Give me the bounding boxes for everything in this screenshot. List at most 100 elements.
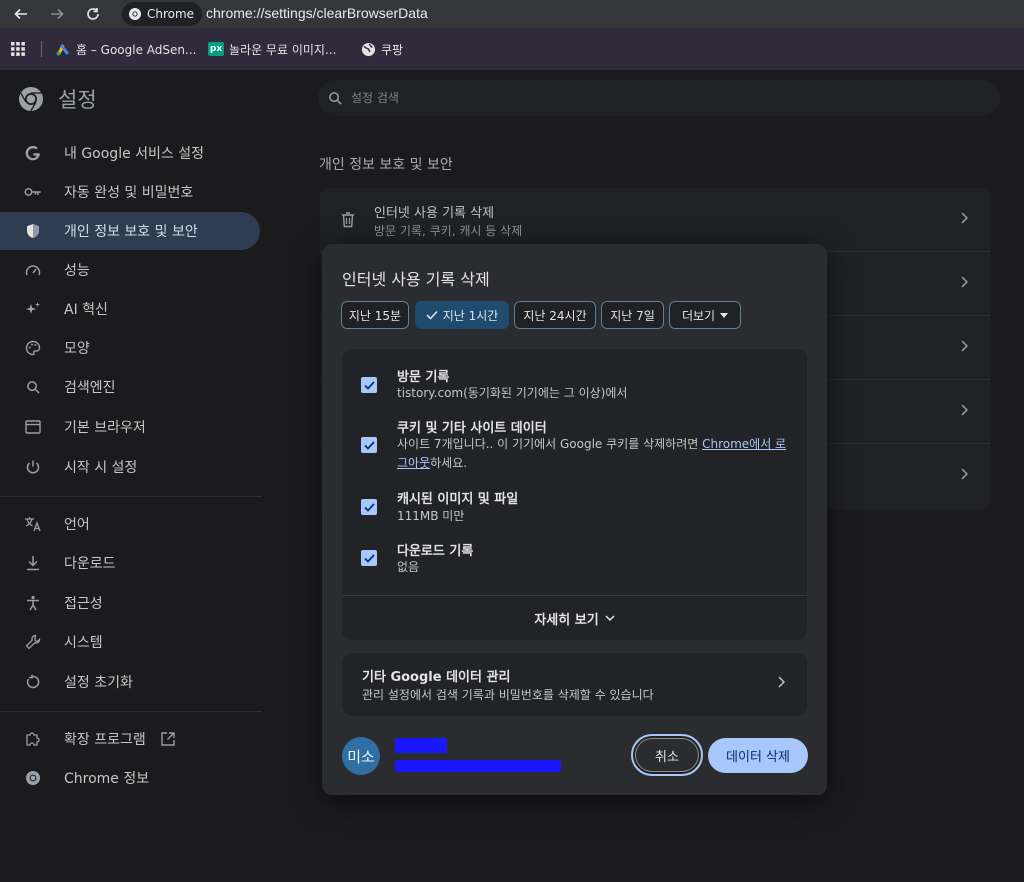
show-more-button[interactable]: 자세히 보기 xyxy=(342,596,807,640)
time-range-more-dropdown[interactable]: 더보기 xyxy=(669,301,741,329)
sidebar-item-system[interactable]: 시스템 xyxy=(0,623,260,661)
chrome-icon xyxy=(24,769,42,787)
check-icon xyxy=(363,502,375,512)
adsense-icon xyxy=(56,44,69,56)
settings-search[interactable] xyxy=(318,80,1000,116)
search-input[interactable] xyxy=(351,91,951,105)
browser-window-icon xyxy=(24,418,42,436)
sidebar-item-label: 언어 xyxy=(64,517,90,533)
sidebar-item-on-startup[interactable]: 시작 시 설정 xyxy=(0,448,260,486)
apps-button[interactable] xyxy=(10,39,26,59)
bookmark-label: 홈 – Google AdSen... xyxy=(76,42,197,57)
arrow-left-icon xyxy=(14,8,27,20)
cookies-checkbox[interactable] xyxy=(361,437,377,453)
forward-button[interactable] xyxy=(46,3,68,25)
shield-icon xyxy=(24,222,42,240)
bookmark-adsense[interactable]: 홈 – Google AdSen... xyxy=(55,39,196,59)
reset-icon xyxy=(24,673,42,691)
time-range-15min[interactable]: 지난 15분 xyxy=(341,301,409,329)
puzzle-icon xyxy=(24,730,42,748)
history-checkbox[interactable] xyxy=(361,377,377,393)
chip-label: 지난 24시간 xyxy=(523,308,587,323)
wrench-icon xyxy=(24,633,42,651)
sidebar-item-label: 기본 브라우저 xyxy=(64,420,146,436)
translate-icon xyxy=(24,515,42,533)
sidebar-item-label: 자동 완성 및 비밀번호 xyxy=(64,185,194,201)
sidebar-item-appearance[interactable]: 모양 xyxy=(0,329,260,367)
pexels-icon: px xyxy=(208,42,224,56)
show-more-label: 자세히 보기 xyxy=(534,612,599,628)
site-info-chip[interactable]: Chrome xyxy=(122,2,203,26)
row-subtitle: 방문 기록, 쿠키, 캐시 등 삭제 xyxy=(374,224,523,238)
arrow-right-icon xyxy=(51,8,64,20)
sidebar-item-reset[interactable]: 설정 초기화 xyxy=(0,663,260,701)
sidebar-item-privacy[interactable]: 개인 정보 보호 및 보안 xyxy=(0,212,260,250)
sidebar-item-extensions[interactable]: 확장 프로그램 xyxy=(0,720,260,758)
bookmark-coupang[interactable]: 쿠팡 xyxy=(361,39,403,59)
chevron-right-icon xyxy=(778,676,785,688)
bookmark-label: 놀라운 무료 이미지... xyxy=(229,42,337,57)
trash-icon xyxy=(342,212,354,228)
delete-data-button[interactable]: 데이터 삭제 xyxy=(708,738,808,773)
option-title: 캐시된 이미지 및 파일 xyxy=(397,492,519,507)
google-data-subtitle: 관리 설정에서 검색 기록과 비밀번호를 삭제할 수 있습니다 xyxy=(362,688,654,702)
time-range-7days[interactable]: 지난 7일 xyxy=(601,301,664,329)
sidebar-item-accessibility[interactable]: 접근성 xyxy=(0,584,260,622)
sidebar-item-search-engine[interactable]: 검색엔진 xyxy=(0,368,260,406)
sidebar-item-performance[interactable]: 성능 xyxy=(0,251,260,289)
time-range-24hours[interactable]: 지난 24시간 xyxy=(514,301,596,329)
manage-google-data-row[interactable]: 기타 Google 데이터 관리 관리 설정에서 검색 기록과 비밀번호를 삭제… xyxy=(342,653,807,716)
sidebar-item-label: 모양 xyxy=(64,341,90,357)
palette-icon xyxy=(24,339,42,357)
sidebar-item-downloads[interactable]: 다운로드 xyxy=(0,544,260,582)
option-subtitle: 없음 xyxy=(397,560,420,574)
check-icon xyxy=(363,440,375,450)
sidebar-item-label: 접근성 xyxy=(64,596,103,612)
cancel-button[interactable]: 취소 xyxy=(631,734,703,776)
google-g-icon xyxy=(24,144,42,162)
chip-label: 더보기 xyxy=(681,308,716,323)
speedometer-icon xyxy=(24,261,42,279)
chevron-right-icon xyxy=(961,276,968,288)
option-subtitle: 111MB 미만 xyxy=(397,509,465,523)
chip-label: 지난 1시간 xyxy=(442,308,499,323)
sidebar-item-languages[interactable]: 언어 xyxy=(0,505,260,543)
sidebar-item-label: 시작 시 설정 xyxy=(64,460,138,476)
bookmark-pexels[interactable]: px 놀라운 무료 이미지... xyxy=(208,39,336,59)
globe-icon xyxy=(361,42,376,56)
clear-browsing-data-dialog: 인터넷 사용 기록 삭제 지난 15분 지난 1시간 지난 24시간 지난 7일… xyxy=(322,244,827,795)
bookmarks-bar: 홈 – Google AdSen... px 놀라운 무료 이미지... 쿠팡 xyxy=(0,28,1024,70)
check-icon xyxy=(363,553,375,563)
sidebar-item-label: AI 혁신 xyxy=(64,302,108,318)
download-icon xyxy=(24,554,42,572)
clear-data-row[interactable]: 인터넷 사용 기록 삭제 방문 기록, 쿠키, 캐시 등 삭제 xyxy=(320,188,990,252)
sidebar-item-about-chrome[interactable]: Chrome 정보 xyxy=(0,759,260,797)
cache-checkbox[interactable] xyxy=(361,499,377,515)
option-title: 방문 기록 xyxy=(397,370,450,385)
option-title: 다운로드 기록 xyxy=(397,544,474,559)
chip-label: 지난 7일 xyxy=(610,308,655,323)
account-email-redacted xyxy=(395,760,561,772)
sidebar-item-default-browser[interactable]: 기본 브라우저 xyxy=(0,408,260,446)
option-subtitle: tistory.com(동기화된 기기에는 그 이상)에서 xyxy=(397,386,628,400)
back-button[interactable] xyxy=(10,3,32,25)
option-title: 쿠키 및 기타 사이트 데이터 xyxy=(397,421,547,436)
url-field[interactable]: chrome://settings/clearBrowserData xyxy=(206,5,428,21)
sidebar-item-ai[interactable]: AI 혁신 xyxy=(0,290,260,328)
search-icon xyxy=(329,91,342,105)
row-title: 인터넷 사용 기록 삭제 xyxy=(374,206,495,221)
accessibility-icon xyxy=(24,594,42,612)
dialog-title: 인터넷 사용 기록 삭제 xyxy=(342,270,490,289)
chip-label: Chrome xyxy=(147,7,195,21)
sidebar-item-google-services[interactable]: 내 Google 서비스 설정 xyxy=(0,134,260,172)
key-icon xyxy=(24,183,42,201)
sidebar-divider xyxy=(0,711,262,712)
reload-button[interactable] xyxy=(82,3,104,25)
chevron-right-icon xyxy=(961,404,968,416)
downloads-checkbox[interactable] xyxy=(361,550,377,566)
time-range-1hour[interactable]: 지난 1시간 xyxy=(415,301,509,329)
bookmark-label: 쿠팡 xyxy=(381,42,404,57)
sidebar-item-label: 개인 정보 보호 및 보안 xyxy=(64,224,198,240)
sidebar-item-autofill[interactable]: 자동 완성 및 비밀번호 xyxy=(0,173,260,211)
settings-brand: 설정 xyxy=(18,84,97,114)
